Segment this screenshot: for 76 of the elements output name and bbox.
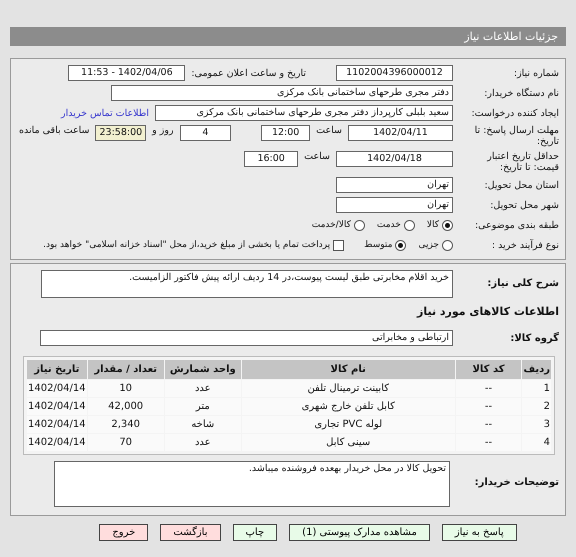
announce-date-field: 1402/04/06 - 11:53: [68, 65, 186, 81]
field-label: مهلت ارسال پاسخ: تا تاریخ:: [474, 125, 559, 147]
table-cell: 1402/04/14: [27, 398, 87, 415]
action-button[interactable]: مشاهده مدارک پیوستی (1): [289, 524, 430, 541]
table-cell: --: [456, 380, 522, 397]
field-label: نوع فرآیند خرید :: [490, 240, 559, 250]
creator-field: سعید بلبلی کارپرداز دفتر مجری طرحهای ساختمانی بانک مرکزی: [155, 105, 453, 121]
buyer-notes-field: تحویل کالا در محل خریدار بهعده فروشنده میباشد.: [54, 461, 450, 507]
action-button[interactable]: خروج: [99, 524, 148, 541]
time-field: 12:00: [261, 125, 310, 141]
table-cell: لوله PVC تجاری: [242, 416, 455, 433]
header-title: جزئیات اطلاعات نیاز: [464, 30, 558, 43]
table-cell: 4: [522, 434, 551, 451]
table-cell: شاخه: [164, 416, 241, 433]
buyer-org-field: دفتر مجری طرحهای ساختمانی بانک مرکزی: [111, 85, 453, 101]
action-button[interactable]: چاپ: [232, 524, 278, 541]
date-field: 1402/04/11: [348, 125, 453, 141]
column-header: نام کالا: [242, 360, 455, 379]
table-cell: 1402/04/14: [27, 380, 87, 397]
table-cell: 42,000: [88, 398, 164, 415]
radio-option[interactable]: کالا: [426, 220, 453, 230]
goods-group-field: ارتباطی و مخابراتی: [40, 330, 453, 346]
radio-option[interactable]: جزیی: [418, 240, 453, 250]
column-header: تعداد / مقدار: [88, 360, 164, 379]
table-cell: --: [456, 398, 522, 415]
action-button[interactable]: پاسخ به نیاز: [442, 524, 517, 541]
table-cell: --: [456, 416, 522, 433]
province-field: تهران: [336, 177, 453, 193]
time-field: 16:00: [244, 151, 298, 167]
radio-option[interactable]: متوسط: [364, 240, 406, 250]
field-label: ساعت باقی مانده: [19, 125, 90, 136]
field-label: تاریخ و ساعت اعلان عمومی:: [191, 68, 306, 78]
days-field: 4: [180, 125, 232, 141]
radio-option[interactable]: خدمت: [376, 220, 415, 230]
action-button[interactable]: بازگشت: [160, 524, 220, 541]
field-label: گروه کالا:: [509, 332, 559, 344]
table-cell: 70: [88, 434, 164, 451]
description-field: خرید اقلام مخابرتی طبق لیست پیوست،در 14 ردیف ارائه پیش فاکتور الزامیست.: [41, 270, 453, 298]
field-label: ایجاد کننده درخواست:: [470, 108, 559, 118]
column-header: کد کالا: [456, 360, 522, 379]
table-cell: عدد: [164, 434, 241, 451]
table-cell: 3: [522, 416, 551, 433]
date-field: 1402/04/18: [336, 151, 453, 167]
section-heading: اطلاعات کالاهای مورد نیاز: [416, 304, 559, 320]
column-header: واحد شمارش: [164, 360, 241, 379]
field-label: شماره نیاز:: [512, 68, 559, 78]
field-label: ساعت: [304, 151, 330, 162]
table-cell: 1: [522, 380, 551, 397]
field-label: توضیحات خریدار:: [474, 476, 559, 488]
column-header: ردیف: [522, 360, 551, 379]
table-cell: 2,340: [88, 416, 164, 433]
buyer-contact-link[interactable]: اطلاعات تماس خریدار: [60, 108, 149, 118]
table-cell: 1402/04/14: [27, 416, 87, 433]
field-label: ساعت: [316, 125, 342, 136]
table-cell: --: [456, 434, 522, 451]
table-cell: 2: [522, 398, 551, 415]
city-field: تهران: [336, 197, 453, 213]
treasury-checkbox[interactable]: پرداخت تمام یا بخشی از مبلغ خرید،از محل "اسناد خزانه اسلامی" خواهد بود.: [43, 240, 344, 250]
table-cell: کابل تلفن خارج شهری: [242, 398, 455, 415]
table-cell: سینی کابل: [242, 434, 455, 451]
need-number-field: 1102004396000012: [336, 65, 453, 81]
field-label: حداقل تاریخ اعتبار قیمت: تا تاریخ:: [486, 151, 559, 173]
table-cell: 1402/04/14: [27, 434, 87, 451]
table-cell: 10: [88, 380, 164, 397]
field-label: روز و: [152, 125, 174, 136]
column-header: تاریخ نیاز: [27, 360, 87, 379]
field-label: نام دستگاه خریدار:: [483, 88, 559, 98]
field-label: شرح کلی نیاز:: [486, 277, 559, 289]
table-cell: متر: [164, 398, 241, 415]
radio-option[interactable]: کالا/خدمت: [312, 220, 365, 230]
table-cell: عدد: [164, 380, 241, 397]
remaining-time-field: 23:58:00: [95, 125, 146, 141]
field-label: شهر محل تحویل:: [489, 200, 559, 210]
table-cell: کابینت ترمینال تلفن: [242, 380, 455, 397]
field-label: طبقه بندی موضوعی:: [474, 220, 559, 230]
field-label: استان محل تحویل:: [483, 180, 559, 190]
